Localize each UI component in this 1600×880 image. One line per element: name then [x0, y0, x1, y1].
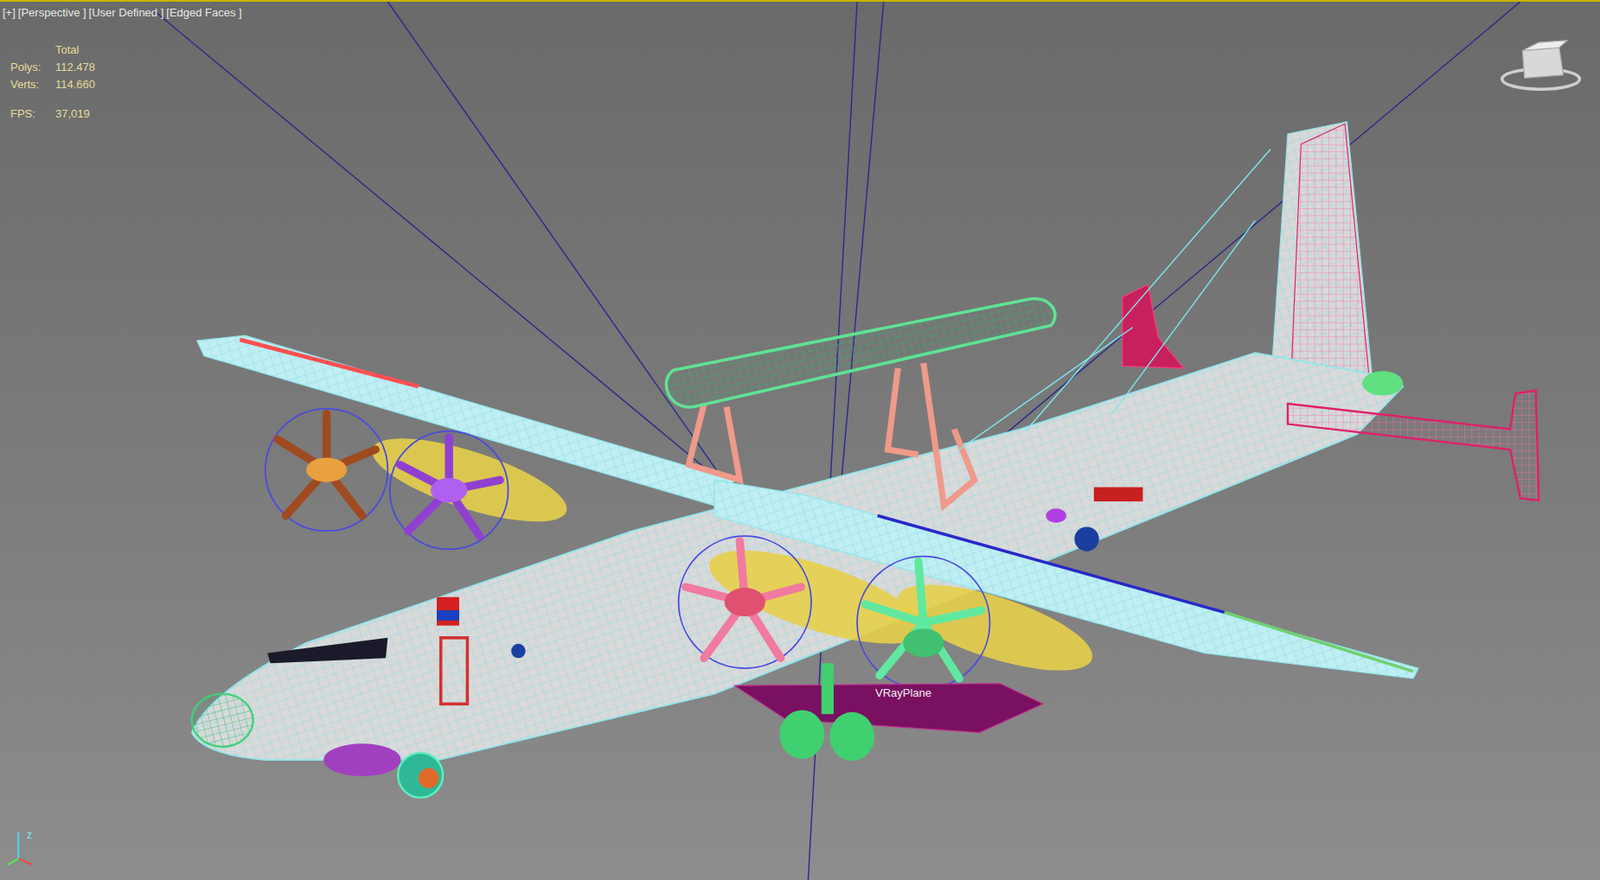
fps-label: FPS: — [10, 105, 56, 123]
aircraft-scene[interactable] — [0, 1, 1600, 880]
viewport-label-menu[interactable]: [+][Perspective ][User Defined ][Edged F… — [2, 6, 245, 20]
stats-spacer — [10, 41, 56, 59]
object-label[interactable]: VRayPlane — [875, 684, 932, 703]
fps-value: 37,019 — [55, 105, 96, 123]
stats-label: Verts: — [10, 76, 56, 94]
axis-z-label: z — [26, 827, 32, 844]
stats-heading: Total — [55, 41, 96, 59]
viewport-label[interactable]: [User Defined ] — [89, 6, 165, 20]
viewport-label[interactable]: [Edged Faces ] — [166, 6, 242, 20]
stats-value: 114.660 — [55, 76, 96, 94]
perspective-viewport[interactable]: [+][Perspective ][User Defined ][Edged F… — [0, 0, 1600, 880]
stats-gap — [10, 93, 96, 106]
viewport-label[interactable]: [+] — [2, 6, 16, 20]
stats-value: 112.478 — [55, 58, 96, 77]
viewport-label[interactable]: [Perspective ] — [18, 6, 87, 20]
statistics-overlay: TotalPolys:112.478Verts:114.660 FPS:37,01… — [10, 41, 96, 123]
stats-label: Polys: — [10, 58, 56, 77]
